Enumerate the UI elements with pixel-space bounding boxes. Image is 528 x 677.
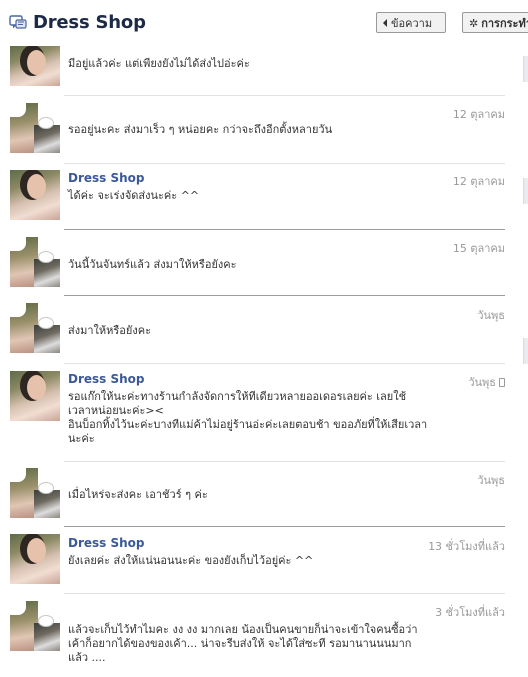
message-time: 3 ชั่วโมงที่แล้ว [435, 606, 505, 619]
message-text: ได้ค่ะ จะเร่งจัดส่งนะค่ะ ^^ [68, 189, 200, 202]
message-time: 12 ตุลาคม [452, 108, 505, 121]
avatar[interactable] [10, 303, 60, 353]
message-time: วันพุธ [477, 309, 505, 322]
divider [64, 461, 505, 462]
conversation-title: Dress Shop [33, 12, 146, 33]
divider [64, 229, 505, 230]
avatar[interactable] [10, 237, 60, 287]
message-text: ยังเลยค่ะ ส่งให้แน่นอนนะค่ะ ของยังเก็บไว… [68, 554, 314, 567]
message-text: ส่งมาให้หรือยังคะ [68, 324, 151, 337]
actions-button-label: การกระทำ [481, 17, 528, 30]
caret-left-icon [383, 19, 387, 27]
message-item[interactable]: Dress Shop วันพุธ รอแก๊กให้นะค่ะทางร้านก… [0, 363, 505, 460]
avatar[interactable] [10, 371, 60, 421]
message-text: มีอยู่แล้วค่ะ แต่เพียงยังไม่ได้ส่งไปอ่ะค… [68, 57, 250, 70]
sender-name[interactable]: Dress Shop [68, 171, 145, 185]
divider [64, 295, 505, 296]
message-button[interactable]: ข้อความ [376, 12, 446, 33]
message-item[interactable]: วันพุธ ส่งมาให้หรือยังคะ [0, 295, 505, 362]
message-text: แล้วจะเก็บไว้ทำไมคะ งง งง มากเลย น้องเป็… [68, 623, 418, 664]
message-button-label: ข้อความ [391, 17, 433, 30]
message-time-label: วันพุธ [468, 376, 496, 389]
message-line: รอแก๊กให้นะค่ะทางร้านกำลังจัดการให้ทีเดี… [68, 390, 407, 417]
message-item[interactable]: 15 ตุลาคม วันนี้วันจันทร์แล้ว ส่งมาให้หร… [0, 229, 505, 294]
divider [64, 526, 505, 527]
actions-button[interactable]: ✲ การกระทำ [462, 12, 528, 33]
divider [64, 593, 505, 594]
divider [64, 163, 505, 164]
gear-icon: ✲ [469, 17, 479, 30]
message-item[interactable]: Dress Shop 12 ตุลาคม ได้ค่ะ จะเร่งจัดส่ง… [0, 163, 505, 228]
message-time: 12 ตุลาคม [452, 175, 505, 188]
message-item[interactable]: วันพุธ เมื่อไหร่จะส่งคะ เอาชัวร์ ๆ ค่ะ [0, 461, 505, 525]
message-time: 13 ชั่วโมงที่แล้ว [428, 540, 505, 553]
avatar[interactable] [10, 468, 60, 518]
message-text: เมื่อไหร่จะส่งคะ เอาชัวร์ ๆ ค่ะ [68, 488, 208, 501]
message-time: 15 ตุลาคม [452, 242, 505, 255]
message-text: รอแก๊กให้นะค่ะทางร้านกำลังจัดการให้ทีเดี… [68, 390, 428, 446]
message-time: วันพุธ [477, 474, 505, 487]
sender-name[interactable]: Dress Shop [68, 372, 145, 386]
message-time: วันพุธ [468, 373, 505, 391]
avatar[interactable] [10, 534, 60, 584]
message-item[interactable]: มีอยู่แล้วค่ะ แต่เพียงยังไม่ได้ส่งไปอ่ะค… [0, 40, 505, 94]
sender-name[interactable]: Dress Shop [68, 536, 145, 550]
avatar[interactable] [10, 103, 60, 153]
rail-marker [523, 56, 528, 82]
avatar[interactable] [10, 601, 60, 651]
divider [64, 95, 505, 96]
message-text: วันนี้วันจันทร์แล้ว ส่งมาให้หรือยังคะ [68, 258, 237, 271]
mobile-icon [499, 378, 505, 387]
messages-icon [9, 15, 27, 29]
rail-marker [523, 178, 528, 204]
rail-marker [523, 338, 528, 364]
avatar[interactable] [10, 46, 60, 86]
divider [64, 363, 505, 364]
avatar[interactable] [10, 170, 60, 220]
message-line: อินบ็อกทิ้งไว้นะค่ะบางทีแม่ค้าไม่อยู่ร้า… [68, 418, 428, 445]
message-text: รออยู่นะคะ ส่งมาเร็ว ๆ หน่อยคะ กว่าจะถึง… [68, 123, 333, 136]
message-item[interactable]: Dress Shop 13 ชั่วโมงที่แล้ว ยังเลยค่ะ ส… [0, 526, 505, 592]
message-item[interactable]: 3 ชั่วโมงที่แล้ว แล้วจะเก็บไว้ทำไมคะ งง … [0, 593, 505, 677]
message-item[interactable]: 12 ตุลาคม รออยู่นะคะ ส่งมาเร็ว ๆ หน่อยคะ… [0, 95, 505, 162]
